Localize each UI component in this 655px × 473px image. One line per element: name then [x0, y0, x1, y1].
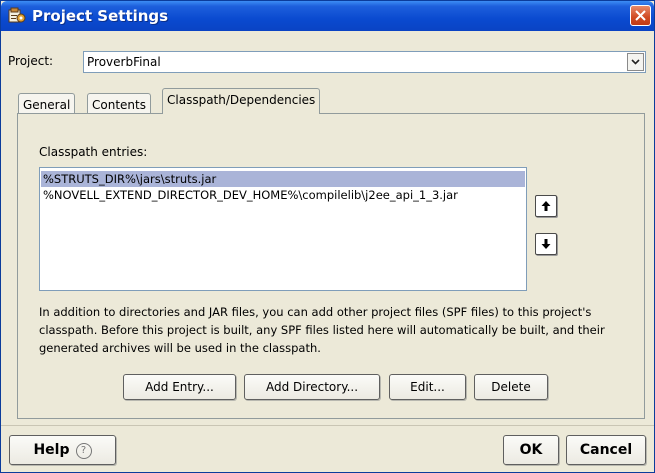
- add-directory-button[interactable]: Add Directory...: [244, 374, 380, 400]
- list-item[interactable]: %NOVELL_EXTEND_DIRECTOR_DEV_HOME%\compil…: [41, 187, 525, 203]
- project-label: Project:: [8, 54, 54, 68]
- list-item[interactable]: %STRUTS_DIR%\jars\struts.jar: [41, 171, 525, 187]
- delete-button[interactable]: Delete: [474, 374, 548, 400]
- ok-button[interactable]: OK: [503, 435, 559, 465]
- edit-button[interactable]: Edit...: [389, 374, 466, 400]
- tab-general[interactable]: General: [18, 93, 76, 113]
- help-label: Help: [33, 442, 70, 458]
- arrow-down-icon: [541, 239, 551, 249]
- classpath-entries-list[interactable]: %STRUTS_DIR%\jars\struts.jar %NOVELL_EXT…: [39, 167, 527, 291]
- move-down-button[interactable]: [535, 233, 557, 255]
- tab-classpath-dependencies[interactable]: Classpath/Dependencies: [162, 88, 321, 114]
- classpath-description: In addition to directories and JAR files…: [39, 305, 605, 355]
- chevron-down-icon: [631, 59, 640, 65]
- tab-contents[interactable]: Contents: [87, 93, 151, 113]
- close-icon: [635, 10, 646, 21]
- help-button[interactable]: Help?: [9, 435, 116, 465]
- question-circle-icon: ?: [75, 443, 92, 459]
- project-value: ProverbFinal: [87, 55, 161, 69]
- classpath-entries-label: Classpath entries:: [39, 145, 148, 159]
- footer-separator: [1, 425, 654, 426]
- dropdown-button[interactable]: [627, 53, 644, 71]
- project-settings-dialog: Project Settings Project: ProverbFinal G…: [0, 0, 655, 473]
- cancel-button[interactable]: Cancel: [566, 435, 646, 465]
- project-dropdown[interactable]: ProverbFinal: [83, 51, 646, 73]
- window-title: Project Settings: [32, 7, 169, 25]
- close-button[interactable]: [630, 5, 651, 26]
- project-settings-icon: [8, 7, 26, 23]
- move-up-button[interactable]: [535, 195, 557, 217]
- title-bar[interactable]: Project Settings: [1, 1, 654, 31]
- arrow-up-icon: [541, 201, 551, 211]
- add-entry-button[interactable]: Add Entry...: [123, 374, 236, 400]
